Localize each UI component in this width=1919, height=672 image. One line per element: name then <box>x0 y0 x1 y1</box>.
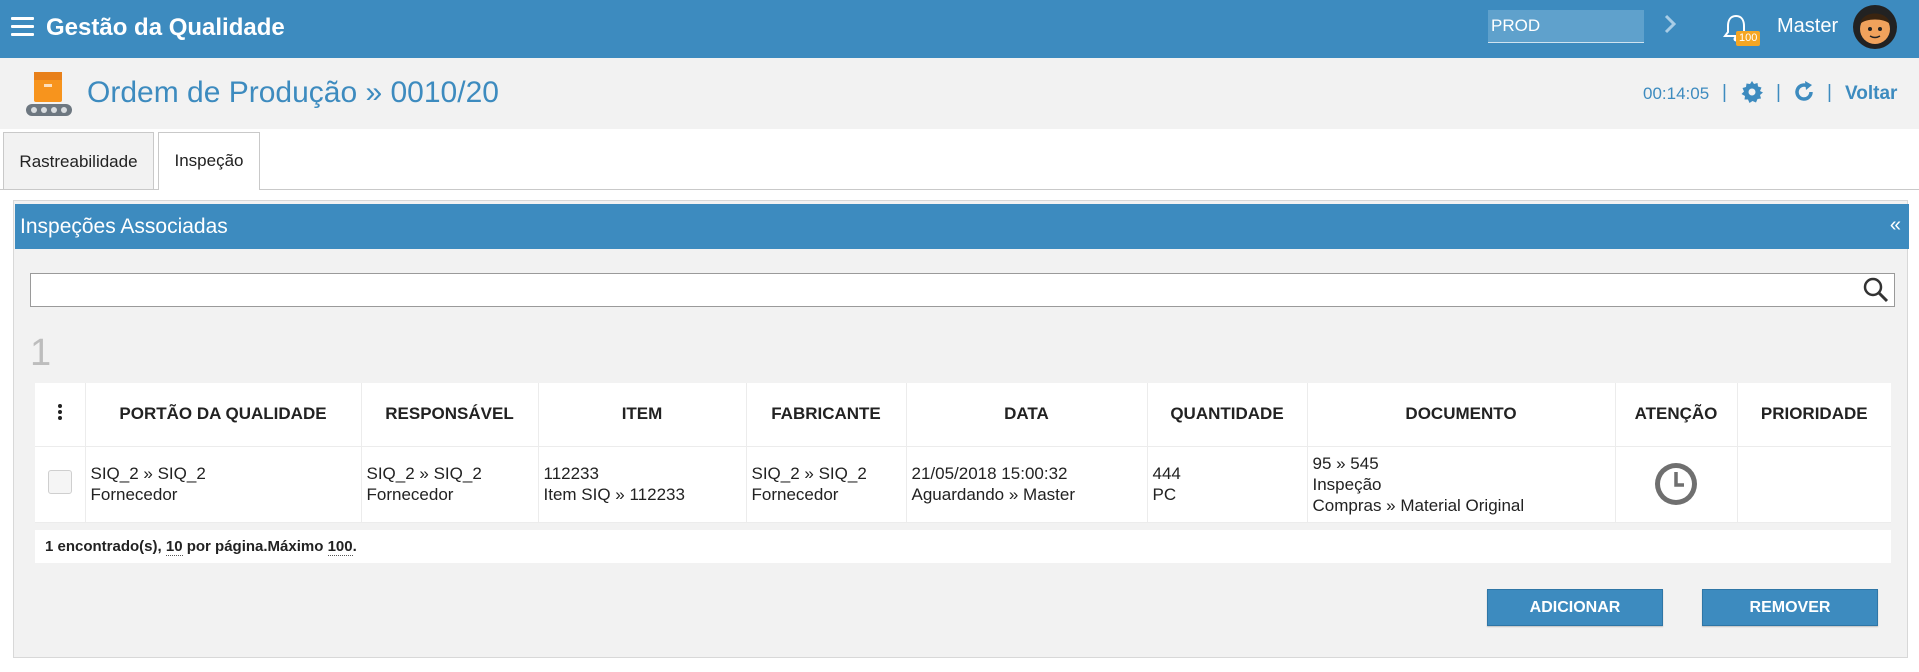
table-row[interactable]: SIQ_2 » SIQ_2 Fornecedor SIQ_2 » SIQ_2 F… <box>35 446 1891 523</box>
tabs-divider <box>0 189 1919 190</box>
per-page-value[interactable]: 10 <box>165 538 183 556</box>
top-bar: Gestão da Qualidade 100 Master <box>0 0 1919 58</box>
cell-line: Aguardando » Master <box>911 485 1076 504</box>
header-item[interactable]: ITEM <box>538 383 747 447</box>
panel-title: Inspeções Associadas <box>20 215 228 238</box>
cell-line: 21/05/2018 15:00:32 <box>911 464 1068 483</box>
column-menu[interactable] <box>35 383 86 447</box>
cell-line: 112233 <box>543 464 599 483</box>
inspections-table: PORTÃO DA QUALIDADE RESPONSÁVEL ITEM FAB… <box>35 383 1891 523</box>
cell-line: SIQ_2 » SIQ_2 <box>90 464 206 483</box>
refresh-icon[interactable] <box>1792 80 1816 104</box>
cell-prioridade <box>1737 446 1891 523</box>
cell-line: Inspeção <box>1312 474 1382 494</box>
cell-line: PC <box>1152 485 1177 504</box>
cell-line: Item SIQ » 112233 <box>543 485 685 504</box>
pagination-info: 1 encontrado(s), 10 por página.Máximo 10… <box>35 530 1891 563</box>
user-name[interactable]: Master <box>1777 15 1838 38</box>
row-select-cell <box>35 446 86 523</box>
app-title: Gestão da Qualidade <box>46 14 285 41</box>
separator: | <box>1722 82 1727 103</box>
max-value[interactable]: 100 <box>327 538 353 556</box>
remove-button[interactable]: REMOVER <box>1702 589 1878 626</box>
separator: | <box>1827 82 1832 103</box>
header-portao[interactable]: PORTÃO DA QUALIDADE <box>85 383 362 447</box>
result-count: 1 <box>30 332 52 374</box>
row-checkbox[interactable] <box>47 469 72 494</box>
collapse-button[interactable]: « <box>1890 214 1901 237</box>
found-text: 1 encontrado(s), <box>45 538 166 555</box>
tab-rastreabilidade[interactable]: Rastreabilidade <box>3 132 154 189</box>
cell-quantidade: 444 PC <box>1147 446 1308 523</box>
cell-documento: 95 » 545 Inspeção Compras » Material Ori… <box>1307 446 1616 523</box>
cell-line: 95 » 545 <box>1312 453 1379 473</box>
hamburger-menu-icon[interactable] <box>11 17 34 37</box>
header-atencao[interactable]: ATENÇÃO <box>1615 383 1738 447</box>
tab-inspecao[interactable]: Inspeção <box>158 132 260 190</box>
header-documento[interactable]: DOCUMENTO <box>1307 383 1616 447</box>
search-input[interactable] <box>30 273 1895 307</box>
header-fabricante[interactable]: FABRICANTE <box>746 383 907 447</box>
header-data[interactable]: DATA <box>906 383 1148 447</box>
cell-line: Fornecedor <box>751 485 839 504</box>
cell-item: 112233 Item SIQ » 112233 <box>538 446 747 523</box>
chevron-right-icon[interactable] <box>1660 12 1680 36</box>
panel-header: Inspeções Associadas « <box>15 204 1909 249</box>
cell-data: 21/05/2018 15:00:32 Aguardando » Master <box>906 446 1148 523</box>
session-timer: 00:14:05 <box>1643 84 1710 103</box>
cell-line: 444 <box>1152 464 1181 483</box>
footer-end: . <box>352 538 357 555</box>
back-link[interactable]: Voltar <box>1845 83 1897 105</box>
avatar[interactable] <box>1852 4 1898 50</box>
cell-portao: SIQ_2 » SIQ_2 Fornecedor <box>85 446 362 523</box>
environment-input[interactable] <box>1488 10 1644 43</box>
add-button[interactable]: ADICIONAR <box>1487 589 1663 626</box>
search-icon[interactable] <box>1862 276 1890 304</box>
kebab-menu-icon[interactable] <box>57 403 63 420</box>
header-responsavel[interactable]: RESPONSÁVEL <box>361 383 539 447</box>
cell-line: SIQ_2 » SIQ_2 <box>366 464 482 483</box>
cell-atencao <box>1615 446 1738 523</box>
table-header-row: PORTÃO DA QUALIDADE RESPONSÁVEL ITEM FAB… <box>35 383 1891 447</box>
conveyor-box-icon <box>26 72 72 116</box>
per-page-text: por página.Máximo <box>182 538 328 555</box>
cell-line: Compras » Material Original <box>1312 495 1525 515</box>
cell-line: SIQ_2 » SIQ_2 <box>751 464 867 483</box>
page-title: Ordem de Produção » 0010/20 <box>87 76 499 109</box>
gear-icon[interactable] <box>1740 80 1764 104</box>
cell-line: Fornecedor <box>90 485 178 504</box>
cell-fabricante: SIQ_2 » SIQ_2 Fornecedor <box>746 446 907 523</box>
header-quantidade[interactable]: QUANTIDADE <box>1147 383 1308 447</box>
separator: | <box>1776 82 1781 103</box>
clock-icon[interactable] <box>1653 461 1699 507</box>
cell-responsavel: SIQ_2 » SIQ_2 Fornecedor <box>361 446 539 523</box>
notification-badge: 100 <box>1736 31 1761 46</box>
header-prioridade[interactable]: PRIORIDADE <box>1737 383 1891 447</box>
cell-line: Fornecedor <box>366 485 454 504</box>
